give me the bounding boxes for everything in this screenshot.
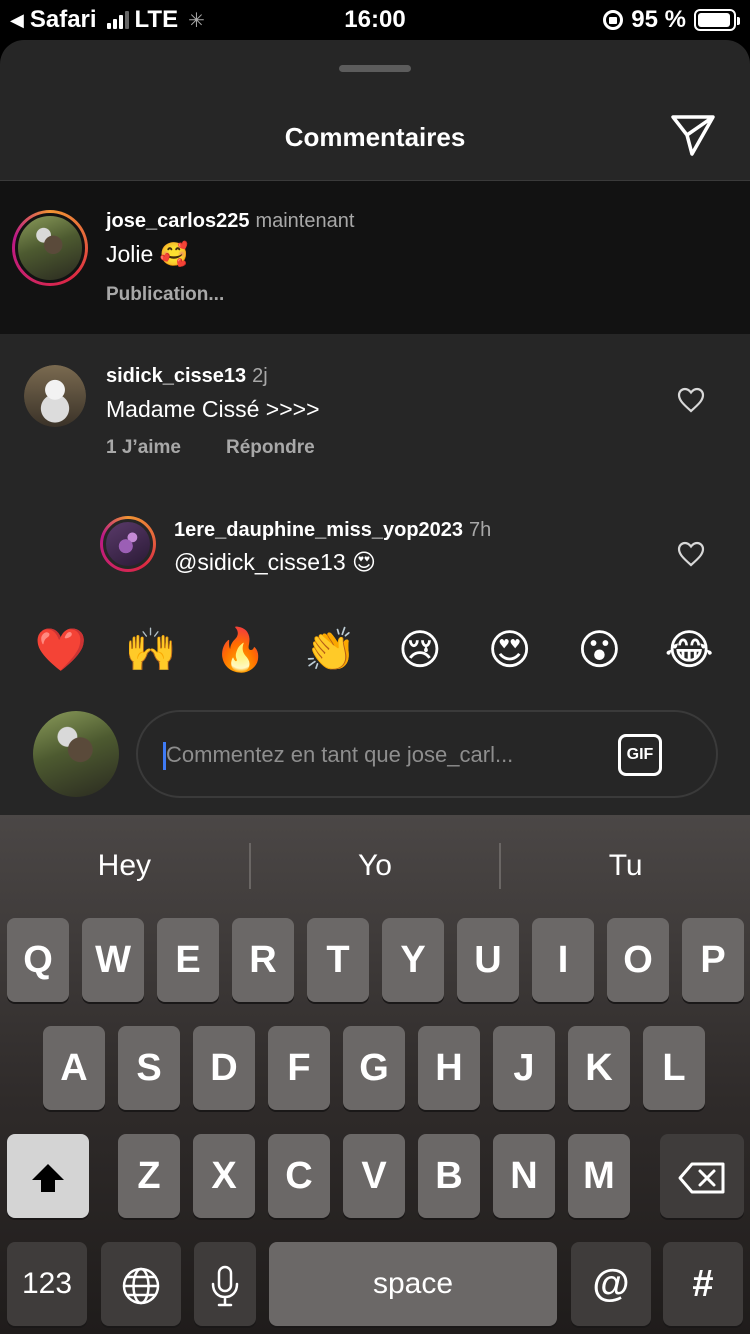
key[interactable]: J xyxy=(493,1026,555,1110)
avatar[interactable] xyxy=(100,516,156,572)
emoji-button[interactable]: 😂 xyxy=(659,620,719,680)
key[interactable]: X xyxy=(193,1134,255,1218)
emoji-button[interactable]: 👏 xyxy=(300,620,360,680)
key[interactable]: L xyxy=(643,1026,705,1110)
comment-placeholder: Commentez en tant que jose_carl... xyxy=(166,742,514,767)
shift-arrow-icon xyxy=(32,1163,64,1192)
rotation-lock-icon xyxy=(603,10,624,30)
comment-time: 2j xyxy=(252,365,268,387)
numbers-key[interactable]: 123 xyxy=(7,1242,87,1326)
key[interactable]: F xyxy=(268,1026,330,1110)
key[interactable]: H xyxy=(418,1026,480,1110)
key[interactable]: V xyxy=(343,1134,405,1218)
globe-icon xyxy=(122,1267,160,1305)
likes-count[interactable]: 1 J’aime xyxy=(106,437,181,459)
key[interactable]: W xyxy=(82,918,144,1002)
suggestion[interactable]: Yo xyxy=(251,829,500,903)
suggestion[interactable]: Tu xyxy=(501,829,750,903)
comment-username[interactable]: jose_carlos225 xyxy=(106,210,249,232)
shift-key[interactable] xyxy=(7,1134,89,1218)
key[interactable]: R xyxy=(232,918,294,1002)
emoji-button[interactable]: 🔥 xyxy=(210,620,270,680)
comment-time: 7h xyxy=(469,519,492,541)
emoji-quick-bar: ❤️ 🙌 🔥 👏 😢 😍 😮 😂 xyxy=(0,595,750,705)
keyboard: Hey Yo Tu Q W E R T Y U I O P A S D F G … xyxy=(0,815,750,1334)
publishing-status: Publication... xyxy=(106,284,225,305)
sheet-title: Commentaires xyxy=(284,122,466,152)
key[interactable]: Z xyxy=(118,1134,180,1218)
comment-username[interactable]: sidick_cisse13 xyxy=(106,365,246,387)
key[interactable]: P xyxy=(682,918,744,1002)
suggestion[interactable]: Hey xyxy=(0,829,249,903)
globe-key[interactable] xyxy=(101,1242,181,1326)
predictive-bar: Hey Yo Tu xyxy=(0,829,750,903)
comment-text: @sidick_cisse13 😍 xyxy=(174,549,377,575)
like-heart-icon[interactable] xyxy=(677,387,705,413)
key[interactable]: K xyxy=(568,1026,630,1110)
share-send-icon[interactable] xyxy=(668,112,718,158)
comment-input[interactable]: Commentez en tant que jose_carl... GIF xyxy=(136,710,718,798)
drag-handle[interactable] xyxy=(339,65,411,72)
key[interactable]: I xyxy=(532,918,594,1002)
reply-button[interactable]: Répondre xyxy=(226,437,315,459)
comments-sheet: Commentaires jose_carlos225 maintenant Jo… xyxy=(0,40,750,815)
gif-button[interactable]: GIF xyxy=(618,734,662,776)
key[interactable]: E xyxy=(157,918,219,1002)
key[interactable]: U xyxy=(457,918,519,1002)
key[interactable]: M xyxy=(568,1134,630,1218)
delete-key[interactable] xyxy=(660,1134,744,1218)
pending-comment: jose_carlos225 maintenant Jolie 🥰 Publica… xyxy=(0,181,750,334)
key[interactable]: Y xyxy=(382,918,444,1002)
emoji-button[interactable]: 😢 xyxy=(390,620,450,680)
composer-avatar xyxy=(33,711,119,797)
key[interactable]: G xyxy=(343,1026,405,1110)
comment-header: 1ere_dauphine_miss_yop2023 7h xyxy=(174,519,491,542)
like-heart-icon[interactable] xyxy=(677,541,705,567)
comment-username[interactable]: 1ere_dauphine_miss_yop2023 xyxy=(174,519,463,541)
comment-header: jose_carlos225 maintenant xyxy=(106,210,354,233)
emoji-button[interactable]: ❤️ xyxy=(31,620,91,680)
emoji-button[interactable]: 🙌 xyxy=(121,620,181,680)
comment-header: sidick_cisse13 2j xyxy=(106,365,268,388)
dictation-key[interactable] xyxy=(194,1242,256,1326)
key[interactable]: Q xyxy=(7,918,69,1002)
emoji-button[interactable]: 😍 xyxy=(480,620,540,680)
backspace-icon xyxy=(678,1162,725,1194)
avatar[interactable] xyxy=(24,365,86,427)
space-key[interactable]: space xyxy=(269,1242,557,1326)
key[interactable]: O xyxy=(607,918,669,1002)
at-key[interactable]: @ xyxy=(571,1242,651,1326)
comment-text: Madame Cissé >>>> xyxy=(106,396,320,422)
battery-percent: 95 % xyxy=(631,6,686,33)
battery-icon xyxy=(694,9,740,31)
hash-key[interactable]: # xyxy=(663,1242,743,1326)
microphone-icon xyxy=(211,1265,239,1307)
emoji-button[interactable]: 😮 xyxy=(569,620,629,680)
key[interactable]: T xyxy=(307,918,369,1002)
key[interactable]: N xyxy=(493,1134,555,1218)
avatar[interactable] xyxy=(12,210,88,286)
comment-time: maintenant xyxy=(255,210,355,232)
key[interactable]: A xyxy=(43,1026,105,1110)
status-bar: ◀ Safari LTE ✳ 16:00 95 % xyxy=(0,0,750,40)
key[interactable]: B xyxy=(418,1134,480,1218)
key[interactable]: C xyxy=(268,1134,330,1218)
comment-text: Jolie 🥰 xyxy=(106,241,189,267)
key[interactable]: S xyxy=(118,1026,180,1110)
key[interactable]: D xyxy=(193,1026,255,1110)
